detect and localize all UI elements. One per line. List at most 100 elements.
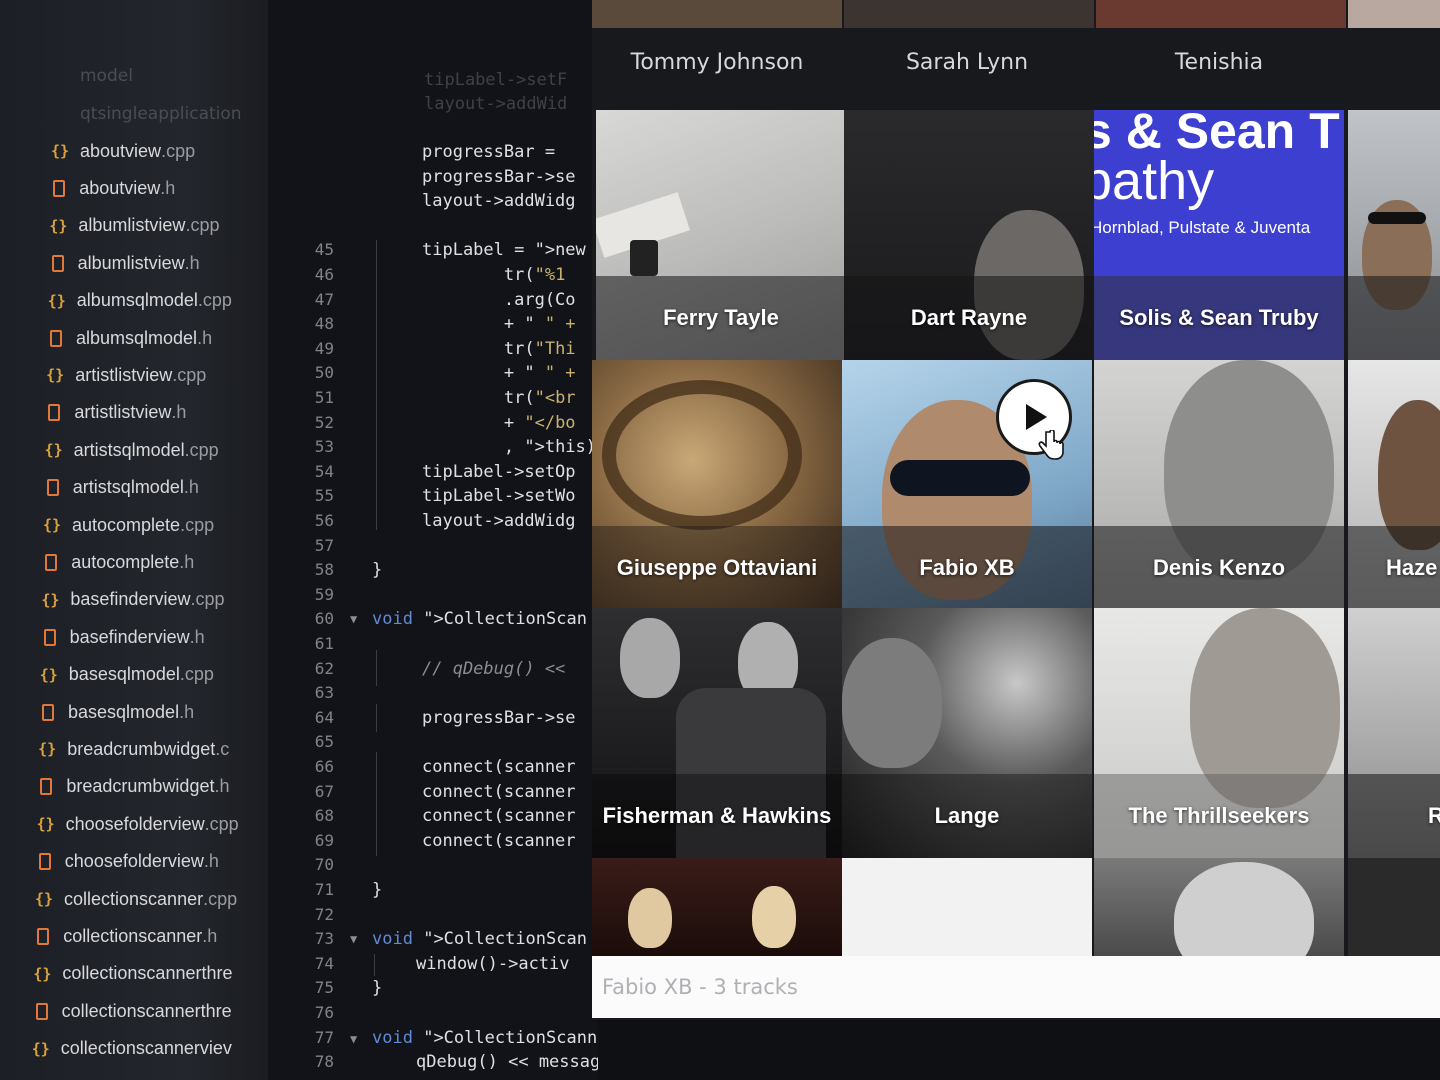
code-line[interactable]: window()->activ — [416, 954, 570, 974]
code-line[interactable]: tipLabel = ">new — [422, 240, 586, 260]
file-item[interactable]: artistlistview .h — [46, 398, 186, 428]
code-line[interactable]: connect(scanner — [422, 782, 576, 802]
file-item[interactable]: albumsqlmodel .h — [48, 323, 212, 353]
code-line[interactable]: + " " + — [422, 363, 576, 383]
file-item[interactable]: {} albumsqlmodel .cpp — [48, 286, 232, 316]
file-item[interactable]: collectionscannerthre — [34, 996, 232, 1026]
file-item[interactable]: {} breadcrumbwidget .c — [38, 734, 229, 764]
file-item[interactable]: albumlistview .h — [50, 248, 200, 278]
tile-strip — [592, 0, 842, 28]
code-line[interactable]: void ">CollectionScan — [372, 609, 587, 629]
artist-tile[interactable] — [842, 858, 1092, 958]
fold-arrow-icon[interactable]: ▼ — [350, 1032, 357, 1046]
fold-arrow-icon[interactable]: ▼ — [350, 932, 357, 946]
file-item[interactable]: choosefolderview .h — [37, 847, 219, 877]
file-extension: .cpp — [161, 140, 196, 161]
code-line[interactable]: void ">CollectionScannerView::scanError(… — [372, 1028, 598, 1048]
code-line[interactable]: layout->addWidg — [422, 191, 576, 211]
code-line[interactable]: tr("Thi — [422, 339, 576, 359]
header-file-icon — [48, 328, 64, 348]
sidebar-folder-item[interactable]: model — [80, 66, 133, 86]
file-item[interactable]: {} collectionscannerviev — [32, 1034, 232, 1064]
file-item[interactable]: {} autocomplete .cpp — [43, 510, 214, 540]
code-line[interactable]: + "</bo — [422, 413, 576, 433]
code-line[interactable]: connect(scanner — [422, 806, 576, 826]
artist-name: Lange — [934, 803, 1000, 828]
artist-tile[interactable] — [1348, 858, 1440, 958]
fold-arrow-icon[interactable]: ▼ — [350, 612, 357, 626]
file-item[interactable]: {} collectionscannerthre — [33, 959, 232, 989]
code-line[interactable]: } — [372, 978, 382, 998]
file-name: artistlistview — [74, 402, 172, 423]
artist-tile[interactable]: Fisherman & Hawkins — [592, 608, 842, 858]
file-item[interactable]: basesqlmodel .h — [40, 697, 194, 727]
code-line[interactable]: void ">CollectionScan — [372, 929, 587, 949]
artist-tile[interactable]: Denis Kenzo — [1094, 360, 1344, 610]
code-line[interactable]: , ">this) — [422, 437, 596, 457]
code-line[interactable]: // qDebug() << — [422, 659, 565, 679]
artist-tile[interactable]: The Thrillseekers — [1094, 608, 1344, 858]
code-line[interactable]: tr("<br — [422, 388, 576, 408]
file-item[interactable]: collectionscanner .h — [35, 921, 217, 951]
file-extension: .h — [171, 402, 187, 423]
artist-tile[interactable]: Dart Rayne — [844, 110, 1094, 360]
code-line[interactable]: connect(scanner — [422, 831, 576, 851]
artist-tile[interactable]: Ferry Tayle — [596, 110, 846, 360]
code-line[interactable]: progressBar->se — [422, 708, 576, 728]
file-item[interactable]: breadcrumbwidget .h — [38, 772, 229, 802]
artist-tile[interactable]: Giuseppe Ottaviani — [592, 360, 842, 610]
artist-label-bar — [1348, 276, 1440, 360]
file-item[interactable]: artistsqlmodel .h — [45, 473, 199, 503]
code-editor[interactable]: tipLabel->setF layout->addWid progressBa… — [268, 0, 598, 1080]
file-item[interactable]: {} albumlistview .cpp — [49, 211, 219, 241]
line-number: 53 — [314, 437, 334, 457]
file-name: basefinderview — [70, 589, 191, 610]
artist-tile[interactable] — [1094, 858, 1344, 958]
code-line[interactable]: progressBar = — [422, 142, 555, 162]
line-number: 57 — [314, 535, 334, 555]
file-name: albumlistview — [77, 252, 185, 273]
code-line[interactable]: qDebug() << message; — [416, 1052, 598, 1072]
line-number: 48 — [314, 314, 334, 334]
file-item[interactable]: {} aboutview .cpp — [51, 136, 196, 166]
file-item[interactable]: {} artistsqlmodel .cpp — [45, 435, 219, 465]
artist-tile[interactable]: s & Sean T pathy Hornblad, Pulstate & Ju… — [1094, 110, 1344, 360]
artist-tile[interactable] — [592, 858, 842, 958]
code-line[interactable]: tipLabel->setOp — [422, 462, 576, 482]
code-line[interactable]: } — [372, 560, 382, 580]
code-line[interactable]: tipLabel->setWo — [422, 486, 576, 506]
code-line[interactable]: .arg(Co — [422, 290, 576, 310]
header-file-icon — [50, 253, 66, 273]
sidebar-folder-item[interactable]: qtsingleapplication — [80, 104, 242, 124]
line-number: 72 — [314, 904, 334, 924]
file-item[interactable]: {} basesqlmodel .cpp — [40, 660, 214, 690]
artist-name-top[interactable]: Sarah Lynn — [842, 50, 1092, 75]
line-number: 76 — [314, 1003, 334, 1022]
code-line[interactable]: layout->addWidg — [422, 511, 576, 531]
file-item[interactable]: {} choosefolderview .cpp — [37, 809, 239, 839]
file-name: basefinderview — [69, 626, 190, 647]
line-number: 77 — [314, 1027, 334, 1047]
file-item[interactable]: {} basefinderview .cpp — [41, 585, 224, 615]
code-line[interactable]: connect(scanner — [422, 757, 576, 777]
file-item[interactable]: basefinderview .h — [42, 622, 205, 652]
artist-name-top[interactable]: Tommy Johnson — [592, 50, 842, 75]
file-item[interactable]: {} artistlistview .cpp — [46, 360, 206, 390]
artist-tile[interactable]: Haze — [1348, 360, 1440, 610]
code-line[interactable]: + " " + — [422, 314, 576, 334]
artist-tile[interactable]: Lange — [842, 608, 1092, 858]
code-line[interactable]: } — [372, 880, 382, 900]
file-item[interactable]: aboutview .h — [51, 173, 175, 203]
watch-shape — [630, 240, 658, 276]
artist-name-top[interactable]: Tenishia — [1094, 50, 1344, 75]
artist-tile[interactable] — [1348, 110, 1440, 360]
file-item[interactable]: {} collectionscanner .cpp — [35, 884, 237, 914]
code-line[interactable]: progressBar->se — [422, 167, 576, 187]
file-item[interactable]: autocomplete .h — [43, 547, 194, 577]
artist-label-bar: Giuseppe Ottaviani — [592, 526, 842, 610]
album-credits: Hornblad, Pulstate & Juventa — [1094, 218, 1311, 237]
code-line[interactable]: tr("%1 — [422, 265, 565, 285]
artist-tile[interactable]: R — [1348, 608, 1440, 858]
artist-name: Dart Rayne — [910, 305, 1028, 330]
artist-photo — [628, 888, 672, 948]
